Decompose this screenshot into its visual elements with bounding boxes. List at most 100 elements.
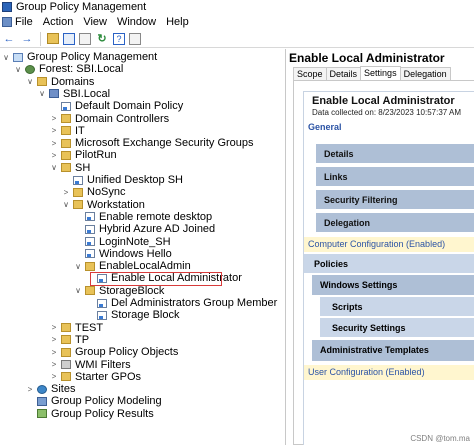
chevron-down-icon[interactable]: ∨ <box>26 77 34 86</box>
watermark: CSDN @tom.ma <box>410 434 470 443</box>
tree-item[interactable]: ∨ SBI.Local <box>38 88 110 100</box>
up-folder-icon[interactable] <box>47 33 59 44</box>
tree-item[interactable]: ∨ Forest: SBI.Local <box>14 63 123 75</box>
menu-view[interactable]: View <box>83 16 107 28</box>
tree-item[interactable]: Storage Block <box>86 309 179 321</box>
chevron-right-icon[interactable]: > <box>50 372 58 381</box>
tree-item-label: Enable remote desktop <box>99 210 213 223</box>
starter-icon <box>61 372 71 382</box>
tree-item[interactable]: > TEST <box>50 322 103 334</box>
chevron-down-icon[interactable]: ∨ <box>14 65 22 74</box>
gpo-icon <box>97 310 107 320</box>
tree-item-label: Forest: SBI.Local <box>39 63 124 76</box>
tree-item[interactable]: Enable remote desktop <box>74 211 212 223</box>
computer-configuration-link[interactable]: Computer Configuration (Enabled) <box>304 237 474 252</box>
tab-settings[interactable]: Settings <box>360 66 401 80</box>
tree-item[interactable]: Hybrid Azure AD Joined <box>74 223 215 235</box>
toolbar-separator <box>40 31 41 46</box>
tree-item-label: Del Administrators Group Member <box>111 297 278 309</box>
console-tree-icon[interactable] <box>79 32 91 45</box>
tree-item[interactable]: ∨ SH <box>50 162 90 174</box>
tree-item[interactable]: Del Administrators Group Member <box>86 297 277 309</box>
refresh-icon[interactable]: ↻ <box>95 32 109 46</box>
tree-item[interactable]: ∨ EnableLocalAdmin <box>74 260 191 272</box>
tree-item-label: Group Policy Results <box>51 407 154 420</box>
chevron-right-icon[interactable]: > <box>50 151 58 160</box>
tab-strip: Scope Details Settings Delegation <box>293 66 451 81</box>
tab-scope[interactable]: Scope <box>293 67 327 80</box>
tree-item[interactable]: Windows Hello <box>74 248 172 260</box>
properties-icon[interactable] <box>129 32 141 45</box>
chevron-down-icon[interactable]: ∨ <box>74 286 82 295</box>
section-links[interactable]: Links <box>316 167 474 187</box>
title-bar: Group Policy Management <box>0 0 474 14</box>
tree-item-label: Group Policy Modeling <box>51 395 162 408</box>
menu-file[interactable]: File <box>2 16 33 28</box>
tree-item[interactable]: > Domain Controllers <box>50 113 170 125</box>
tree-item[interactable]: > WMI Filters <box>50 359 131 371</box>
tree-item[interactable]: > Starter GPOs <box>50 371 141 383</box>
folder-icon <box>37 77 47 87</box>
chevron-down-icon[interactable]: ∨ <box>38 89 46 98</box>
wmi-icon <box>61 360 71 369</box>
chevron-down-icon[interactable]: ∨ <box>50 163 58 172</box>
tree-item[interactable]: Group Policy Results <box>26 408 154 420</box>
tree-item[interactable]: Default Domain Policy <box>50 100 183 112</box>
general-link[interactable]: General <box>304 119 474 135</box>
window-title: Group Policy Management <box>16 1 147 13</box>
chevron-right-icon[interactable]: > <box>62 188 70 197</box>
tree-item[interactable]: > NoSync <box>62 186 126 198</box>
tree-item[interactable]: ∨ Workstation <box>62 199 145 211</box>
policies-section[interactable]: Policies <box>304 254 474 274</box>
tab-delegation[interactable]: Delegation <box>399 67 451 80</box>
menu-window[interactable]: Window <box>117 16 156 28</box>
tree-item[interactable]: > Group Policy Objects <box>50 346 179 358</box>
chevron-right-icon[interactable]: > <box>50 323 58 332</box>
tree-item[interactable]: > TP <box>50 334 89 346</box>
section-delegation[interactable]: Delegation <box>316 213 474 233</box>
user-configuration-link[interactable]: User Configuration (Enabled) <box>304 365 474 380</box>
chevron-right-icon[interactable]: > <box>50 335 58 344</box>
chevron-right-icon[interactable]: > <box>50 114 58 123</box>
chevron-right-icon[interactable]: > <box>50 139 58 148</box>
help-icon[interactable]: ? <box>113 32 125 45</box>
administrative-templates-section[interactable]: Administrative Templates <box>312 340 474 362</box>
section-security-filtering[interactable]: Security Filtering <box>316 190 474 210</box>
tree-item-label: TP <box>75 333 90 346</box>
chevron-right-icon[interactable]: > <box>26 385 34 394</box>
tree-item[interactable]: Group Policy Modeling <box>26 395 162 407</box>
tab-details[interactable]: Details <box>325 67 362 80</box>
chevron-right-icon[interactable]: > <box>50 126 58 135</box>
tree-item[interactable]: > IT <box>50 125 85 137</box>
tree-item[interactable]: > Microsoft Exchange Security Groups <box>50 137 254 149</box>
tree-item[interactable]: > Sites <box>26 383 76 395</box>
tree-item[interactable]: ∨ Domains <box>26 76 94 88</box>
forward-arrow-icon[interactable]: → <box>20 32 34 46</box>
tree-item[interactable]: LoginNote_SH <box>74 236 171 248</box>
show-pane-icon[interactable] <box>63 32 75 45</box>
scripts-section[interactable]: Scripts <box>320 297 474 317</box>
chevron-right-icon[interactable]: > <box>50 348 58 357</box>
tree-item-label: EnableLocalAdmin <box>99 260 191 273</box>
windows-settings-section[interactable]: Windows Settings <box>312 275 474 296</box>
chevron-down-icon[interactable]: ∨ <box>2 53 10 62</box>
chevron-down-icon[interactable]: ∨ <box>74 262 82 271</box>
tree-item-label: Windows Hello <box>99 247 172 260</box>
tree-item-label: SH <box>75 161 91 174</box>
tree-item[interactable]: > PilotRun <box>50 149 117 161</box>
back-arrow-icon[interactable]: ← <box>2 32 16 46</box>
settings-report: Enable Local Administrator Data collecte… <box>303 91 474 445</box>
gpo-icon <box>85 237 95 246</box>
tree-item[interactable]: ∨ StorageBlock <box>74 285 164 297</box>
tree-item-label: StorageBlock <box>99 284 165 297</box>
tree-item[interactable]: ∨ Group Policy Management <box>2 51 157 63</box>
gpo-icon <box>85 224 95 234</box>
tree-item-label: Hybrid Azure AD Joined <box>99 223 216 236</box>
menu-action[interactable]: Action <box>43 16 74 28</box>
security-settings-section[interactable]: Security Settings <box>320 318 474 338</box>
tree-item[interactable]: Unified Desktop SH <box>62 174 183 186</box>
chevron-right-icon[interactable]: > <box>50 360 58 369</box>
menu-help[interactable]: Help <box>166 16 189 28</box>
chevron-down-icon[interactable]: ∨ <box>62 200 70 209</box>
section-details[interactable]: Details <box>316 144 474 164</box>
